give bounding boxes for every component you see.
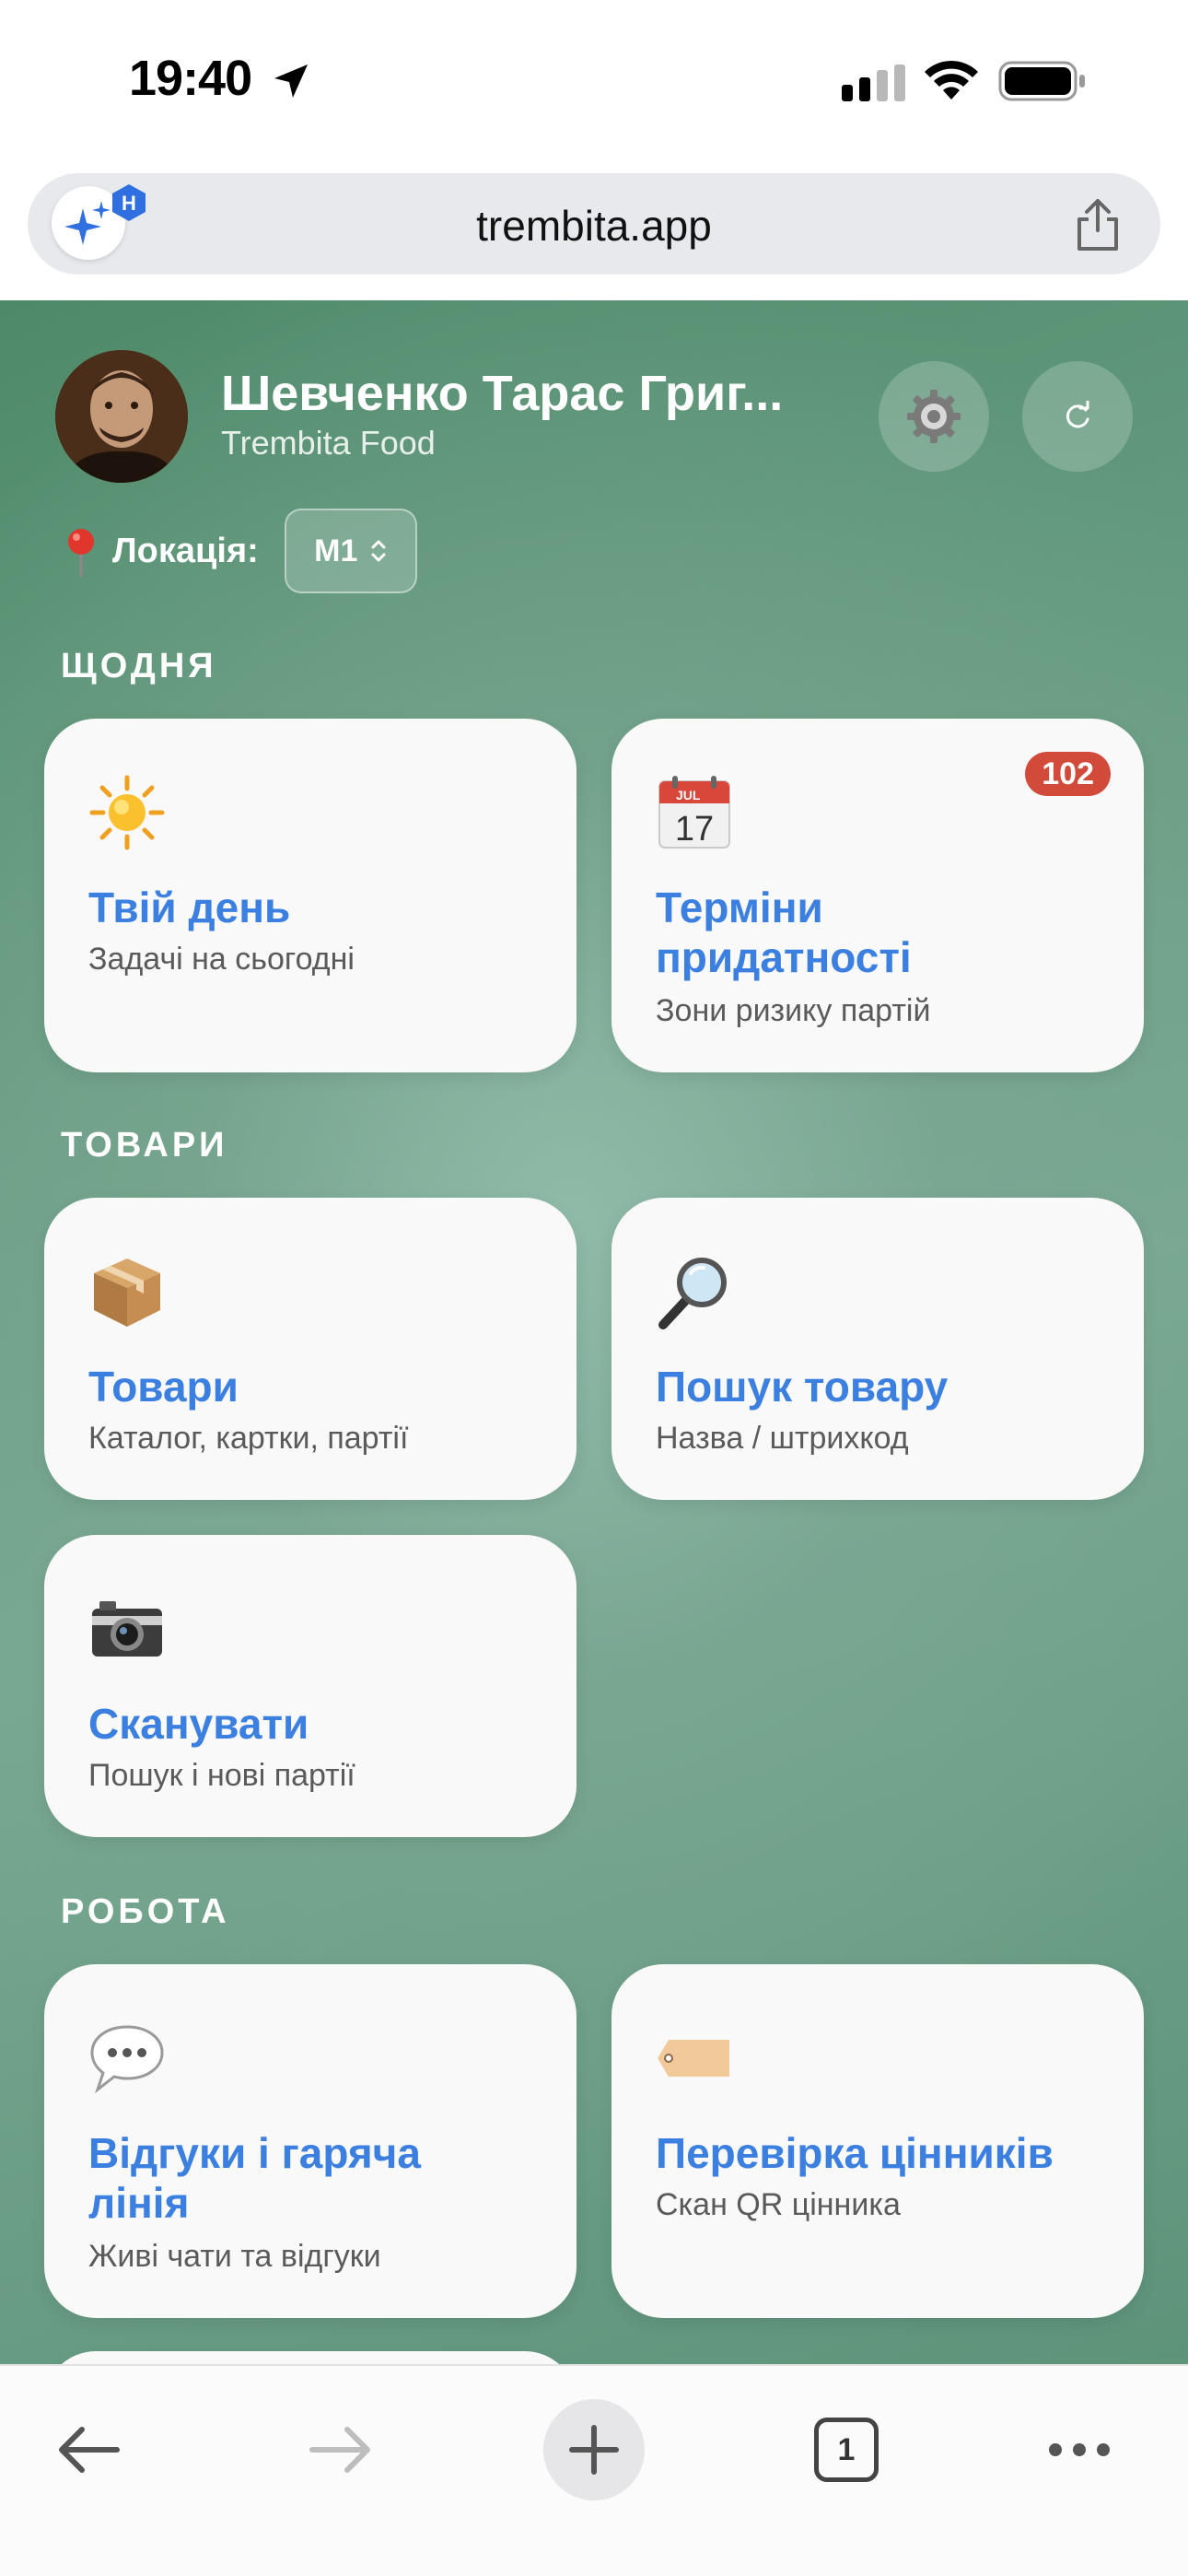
card-subtitle: Зони ризику партій [656,993,931,1028]
refresh-icon [1066,401,1089,428]
card-goods[interactable]: Товари Каталог, картки, партії [44,1198,577,1500]
arrow-left-icon [59,2427,120,2473]
status-time: 19:40 [129,51,252,106]
location-select[interactable]: M1 [284,509,417,593]
calendar-day: 17 [675,810,714,849]
user-name: Шевченко Тарас Григ... [221,366,784,421]
count-badge: 102 [1025,752,1111,796]
new-tab-button[interactable] [543,2399,645,2500]
magnifier-icon [658,1258,727,1329]
location-label: Локація: [112,531,259,570]
cellular-signal-icon [842,64,905,101]
location-row: Локація: M1 [61,509,417,593]
card-price-tag-check[interactable]: Перевірка цінників Скан QR цінника [611,1964,1144,2318]
card-subtitle: Задачі на сьогодні [88,942,355,977]
card-title-line-1: Терміни [656,884,823,931]
card-product-search[interactable]: Пошук товару Назва / штрихкод [611,1198,1144,1500]
card-expiry-dates[interactable]: 102 JUL 17 Терміни придатності Зони ризи… [611,719,1144,1072]
updown-chevron-icon [371,540,386,562]
more-dots-icon [1049,2443,1110,2456]
card-title-line-2: придатності [656,933,912,981]
card-subtitle: Пошук і нові партії [88,1758,355,1793]
back-button[interactable] [44,2399,133,2500]
arrow-right-icon [309,2427,370,2473]
company-name: Trembita Food [221,424,436,462]
portrait-image [55,350,188,483]
card-title: Перевірка цінників [656,2129,1054,2177]
sun-icon [89,775,165,850]
battery-icon [998,61,1085,101]
browser-toolbar: 1 [0,2364,1188,2576]
card-your-day[interactable]: Твій день Задачі на сьогодні [44,719,577,1072]
speech-bubble-icon [90,2025,164,2094]
card-title: Пошук товару [656,1363,949,1411]
section-title-work: РОБОТА [61,1892,230,1931]
calendar-icon: JUL 17 [658,776,730,849]
section-title-goods: ТОВАРИ [61,1126,228,1165]
screen: 19:40 H trembita.app Шевченко Тарас Григ… [0,0,1188,2576]
package-icon [94,1259,160,1327]
plus-icon [569,2425,619,2475]
tag-icon [658,2040,729,2077]
card-title: Товари [88,1363,239,1411]
tabs-button[interactable]: 1 [807,2399,886,2500]
main-content: Шевченко Тарас Григ... Trembita Food Лок… [0,300,1188,2364]
section-title-daily: ЩОДНЯ [61,647,217,685]
card-subtitle: Скан QR цінника [656,2187,901,2222]
status-bar: 19:40 [0,0,1188,166]
calendar-month: JUL [676,788,701,802]
wifi-icon [925,60,978,100]
card-partial[interactable] [44,2351,577,2364]
share-icon[interactable] [1072,197,1124,252]
avatar[interactable] [55,350,188,483]
card-subtitle: Назва / штрихкод [656,1421,909,1456]
gear-icon [907,390,961,443]
card-title-line-2: лінія [88,2179,190,2227]
url-text[interactable]: trembita.app [28,201,1160,251]
location-arrow-icon [274,64,308,98]
card-title: Сканувати [88,1700,309,1748]
card-feedback-hotline[interactable]: Відгуки і гаряча лінія Живі чати та відг… [44,1964,577,2318]
pin-icon [68,529,94,577]
more-menu-button[interactable] [1035,2399,1124,2500]
forward-button[interactable] [297,2399,385,2500]
location-value: M1 [314,533,358,568]
card-title: Твій день [88,884,291,931]
tab-count: 1 [814,2418,879,2482]
card-subtitle: Живі чати та відгуки [88,2239,381,2274]
card-subtitle: Каталог, картки, партії [88,1421,409,1456]
camera-icon [92,1601,162,1657]
refresh-button[interactable] [1022,361,1133,472]
card-title-line-1: Відгуки і гаряча [88,2129,421,2177]
address-bar[interactable]: H trembita.app [28,173,1160,275]
card-scan[interactable]: Сканувати Пошук і нові партії [44,1535,577,1837]
settings-button[interactable] [879,361,989,472]
